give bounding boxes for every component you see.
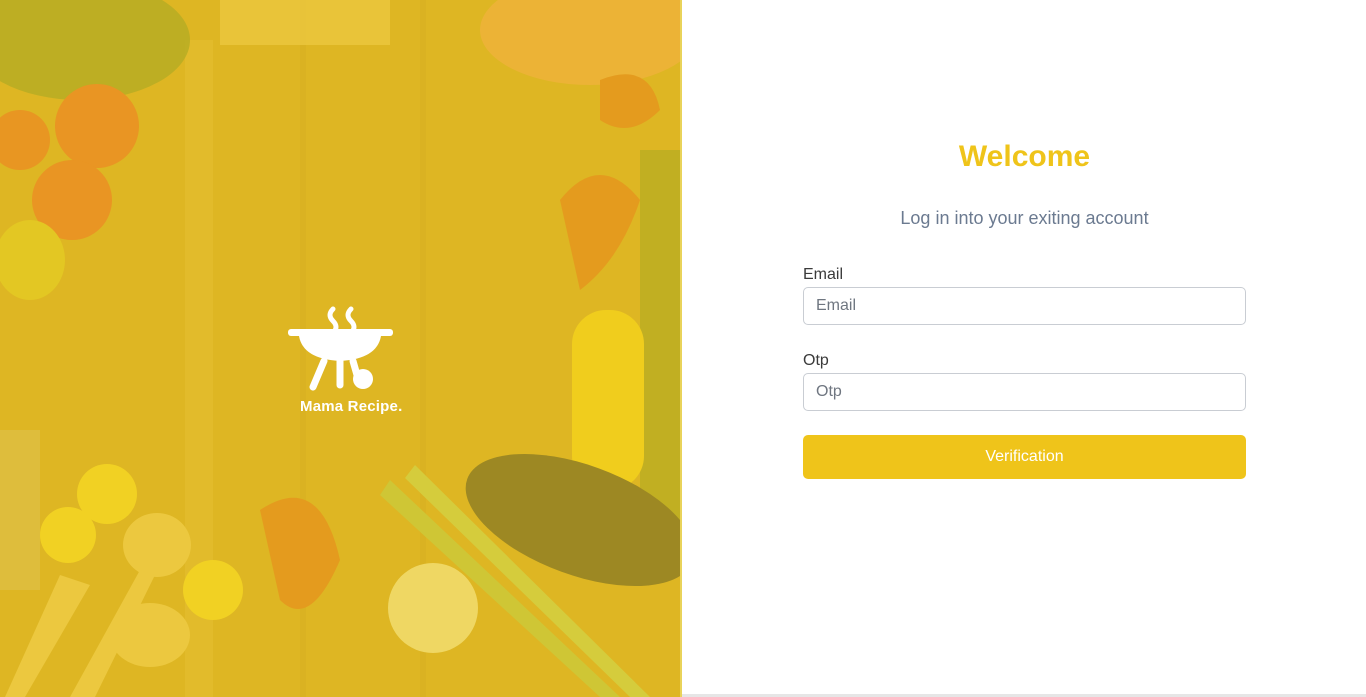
otp-field[interactable]	[803, 373, 1246, 411]
hero-image-panel: Mama Recipe.	[0, 0, 682, 697]
brand: Mama Recipe.	[287, 305, 427, 415]
brand-name: Mama Recipe.	[300, 398, 403, 415]
welcome-title: Welcome	[958, 140, 1091, 173]
login-subtitle: Log in into your exiting account	[900, 208, 1149, 228]
email-field[interactable]	[803, 287, 1246, 325]
grill-logo-icon	[288, 306, 393, 391]
login-panel: Welcome Log in into your exiting account…	[683, 0, 1366, 697]
verification-button[interactable]: Verification	[803, 435, 1246, 479]
otp-label: Otp	[803, 352, 829, 369]
email-label: Email	[803, 266, 844, 283]
